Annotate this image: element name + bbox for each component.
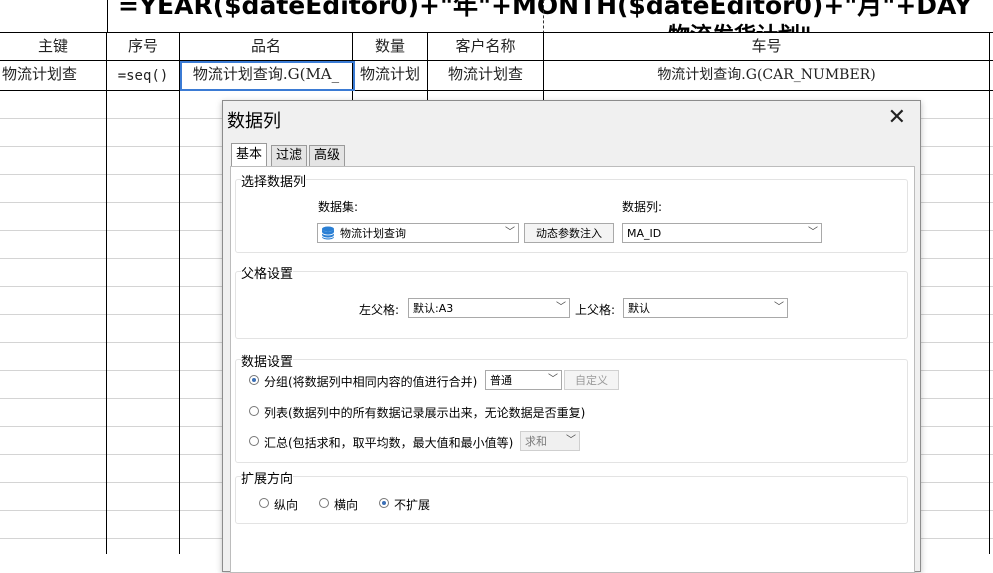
dialog-title: 数据列 (227, 111, 281, 132)
formula-banner: =YEAR($dateEditor0)+"年"+MONTH($dateEdito… (107, 0, 993, 32)
expand-vertical-label[interactable]: 纵向 (274, 496, 298, 513)
column-header-quantity[interactable]: 数量 (353, 33, 427, 59)
summary-mode-select[interactable]: 求和 ﹀ (520, 431, 580, 451)
column-header-car-number[interactable]: 车号 (544, 33, 989, 59)
column-header-product[interactable]: 品名 (180, 33, 352, 59)
summary-mode-value: 求和 (525, 435, 547, 448)
formula-line2: 物流发货计划" (668, 18, 811, 32)
chevron-down-icon: ﹀ (556, 302, 566, 313)
dataset-value: 物流计划查询 (340, 227, 406, 240)
list-mode-label[interactable]: 列表(数据列中的所有数据记录展示出来，无论数据是否重复) (264, 404, 585, 421)
group-mode-value: 普通 (490, 374, 512, 387)
grid-line (989, 32, 990, 554)
group-title-data-settings: 数据设置 (241, 351, 294, 370)
cell-key[interactable]: 物流计划查 (2, 61, 106, 87)
left-parent-value: 默认:A3 (413, 302, 454, 315)
group-title-expand: 扩展方向 (241, 468, 294, 487)
chevron-down-icon: ﹀ (808, 227, 818, 238)
dynamic-param-inject-button[interactable]: 动态参数注入 (524, 223, 614, 243)
chevron-down-icon: ﹀ (774, 302, 784, 313)
tab-basic[interactable]: 基本 (231, 143, 268, 168)
radio-summary-mode[interactable] (249, 436, 259, 446)
group-mode-label[interactable]: 分组(将数据列中相同内容的值进行合并) (264, 373, 477, 390)
chevron-down-icon: ﹀ (548, 374, 558, 385)
cell-car-number[interactable]: 物流计划查询.G(CAR_NUMBER) (544, 62, 989, 88)
column-value: MA_ID (627, 227, 662, 240)
cell-seq[interactable]: =seq() (107, 63, 179, 89)
data-column-dialog: 数据列 ✕ 基本 过滤 高级 选择数据列 数据集: 物流计划查询 ﹀ 动态参数注… (222, 100, 921, 573)
group-mode-select[interactable]: 普通 ﹀ (485, 370, 562, 390)
tab-advanced[interactable]: 高级 (309, 145, 346, 167)
tab-panel-basic: 选择数据列 数据集: 物流计划查询 ﹀ 动态参数注入 数据列: MA_ID ﹀ … (230, 166, 915, 573)
left-parent-select[interactable]: 默认:A3 ﹀ (408, 298, 570, 318)
tab-filter[interactable]: 过滤 (271, 145, 308, 167)
cell-customer[interactable]: 物流计划查 (428, 61, 543, 87)
radio-expand-vertical[interactable] (259, 498, 269, 508)
chevron-down-icon: ﹀ (505, 227, 515, 238)
column-label: 数据列: (622, 200, 663, 214)
dataset-label: 数据集: (318, 200, 359, 214)
formula-line1: =YEAR($dateEditor0)+"年"+MONTH($dateEdito… (118, 0, 973, 20)
summary-mode-label[interactable]: 汇总(包括求和，取平均数，最大值和最小值等) (264, 434, 513, 451)
custom-button[interactable]: 自定义 (564, 370, 619, 390)
left-parent-label: 左父格: (359, 303, 400, 317)
column-header-key[interactable]: 主键 (0, 33, 106, 59)
radio-expand-none[interactable] (379, 498, 389, 508)
database-icon (321, 226, 335, 240)
top-parent-label: 上父格: (575, 303, 616, 317)
grid-line (0, 90, 993, 91)
expand-none-label[interactable]: 不扩展 (394, 496, 430, 513)
parent-settings-group (235, 271, 908, 339)
radio-group-mode[interactable] (249, 375, 259, 385)
top-parent-select[interactable]: 默认 ﹀ (623, 298, 788, 318)
selected-cell-outline (180, 61, 355, 91)
group-title-parent: 父格设置 (241, 263, 294, 282)
radio-list-mode[interactable] (249, 406, 259, 416)
cell-quantity[interactable]: 物流计划 (353, 61, 427, 87)
radio-expand-horizontal[interactable] (319, 498, 329, 508)
group-title-select-column: 选择数据列 (241, 171, 307, 190)
expand-horizontal-label[interactable]: 横向 (334, 496, 358, 513)
column-header-customer[interactable]: 客户名称 (428, 33, 543, 59)
column-select[interactable]: MA_ID ﹀ (622, 223, 822, 243)
dataset-select[interactable]: 物流计划查询 ﹀ (317, 223, 519, 243)
close-icon[interactable]: ✕ (888, 107, 906, 129)
grid-line (106, 32, 107, 554)
column-header-seq[interactable]: 序号 (107, 33, 179, 59)
chevron-down-icon: ﹀ (566, 435, 576, 446)
top-parent-value: 默认 (628, 302, 650, 315)
grid-line (179, 32, 180, 554)
